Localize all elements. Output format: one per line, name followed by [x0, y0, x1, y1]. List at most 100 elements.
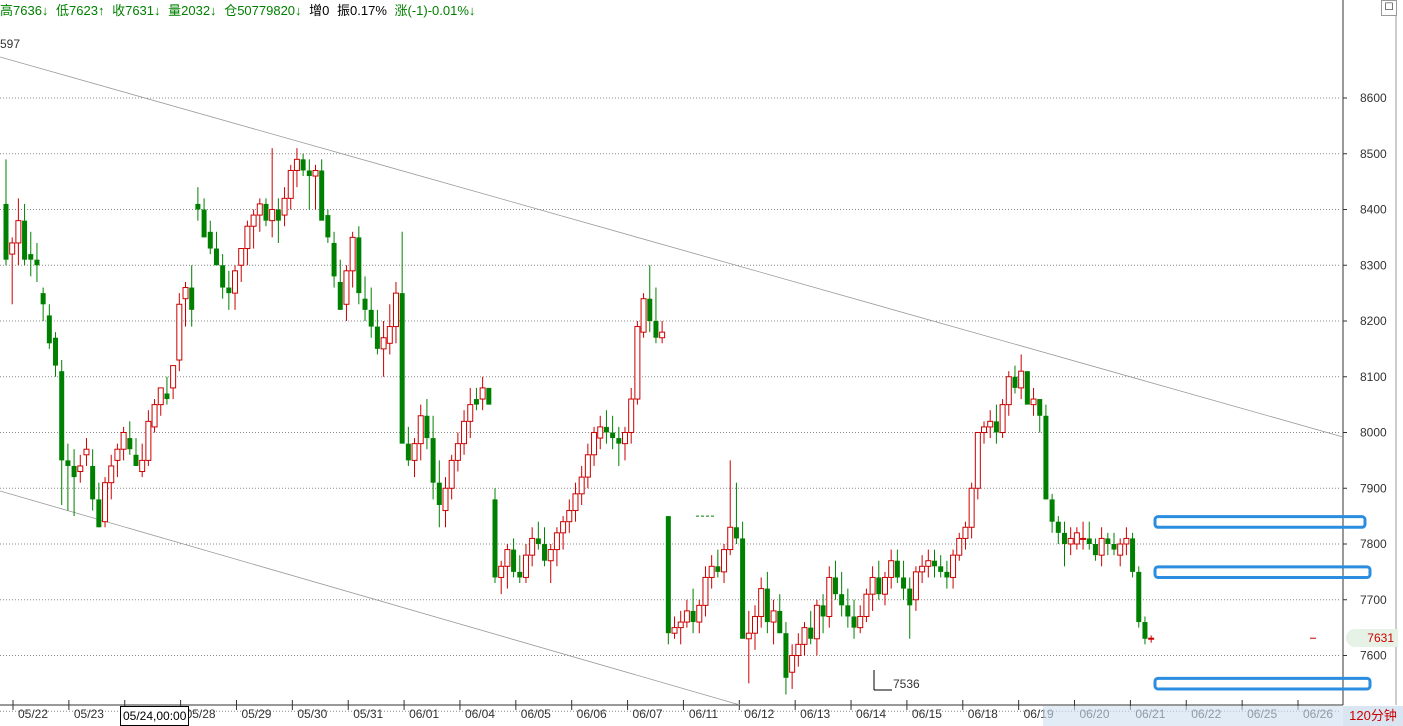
candle-body-up [120, 432, 127, 450]
candle-body-up [1117, 543, 1124, 556]
candle-body-down [34, 259, 40, 266]
candle-body-up [863, 593, 870, 617]
candle-body-down [740, 538, 746, 639]
candle-body-up [789, 655, 796, 673]
candle-body-up [461, 420, 468, 445]
x-tick-label: 06/06 [577, 707, 607, 721]
candle-body-down [368, 309, 374, 327]
candle-body-down [356, 237, 362, 294]
x-tick-label: 06/18 [968, 707, 998, 721]
candle-body-down [337, 281, 343, 310]
candle-body-down [275, 209, 281, 221]
candle-body-up [522, 554, 529, 578]
x-tick-label: 05/29 [241, 707, 271, 721]
y-tick-label: 7800 [1360, 537, 1387, 551]
candle-body-down [492, 499, 498, 578]
candle-body-up [869, 576, 876, 595]
last-price-tag: 7631 [1346, 629, 1398, 647]
candle-body-down [325, 215, 331, 238]
candle-body-down [542, 544, 548, 561]
candle-body-up [597, 426, 604, 439]
candle-body-down [1024, 371, 1030, 405]
candle-body-up [417, 415, 424, 445]
candle-body-down [430, 438, 436, 483]
candle-body-up [547, 549, 554, 562]
x-tick-label: 06/15 [912, 707, 942, 721]
candle-body-down [839, 594, 845, 606]
period-selector[interactable]: 120分钟 [1343, 706, 1403, 726]
candle-body-down [424, 415, 430, 439]
candle-body-down [65, 460, 71, 466]
candlestick-chart[interactable]: 8600 8500 8400 8300 8200 8100 8000 7900 7800 7700… [0, 0, 1403, 726]
candle-body-down [894, 560, 900, 578]
upper-trend-line [0, 56, 1344, 438]
candle-body-down [944, 571, 950, 578]
x-tick-label: 06/07 [633, 707, 663, 721]
candle-body-down [907, 588, 913, 606]
candle-body-down [300, 159, 306, 171]
candle-body-up [968, 487, 975, 528]
candle-body-up [987, 420, 994, 428]
lower-trend-line [0, 490, 741, 706]
candle-body-up [813, 604, 820, 640]
candle-body-up [256, 203, 263, 216]
candle-body-up [250, 214, 257, 227]
cursor-time-label: 05/24,00:00 [120, 706, 190, 726]
y-tick-label: 8600 [1360, 91, 1387, 105]
candle-body-up [1123, 537, 1130, 545]
candle-body-up [696, 604, 703, 623]
y-tick-label: 8200 [1360, 314, 1387, 328]
candle-body-down [610, 432, 616, 439]
candle-body-up [244, 225, 251, 250]
candle-body-up [467, 404, 474, 422]
candle-body-up [145, 420, 152, 461]
expand-icon[interactable]: ☐ [1381, 0, 1397, 16]
candle-body-up [634, 326, 641, 400]
candle-body-up [677, 621, 684, 629]
candle-body-up [380, 337, 387, 350]
candle-body-up [578, 476, 585, 495]
candle-body-down [1055, 521, 1061, 533]
candle-body-up [108, 465, 115, 484]
candle-body-up [1067, 537, 1074, 545]
candle-body-up [139, 459, 146, 473]
candle-body-down [22, 220, 28, 260]
candle-body-up [1148, 637, 1155, 640]
candle-body-down [938, 566, 944, 572]
candle-body-up [312, 169, 319, 177]
x-tick-label: 06/04 [465, 707, 495, 721]
y-tick-label: 8300 [1360, 258, 1387, 272]
candle-body-down [511, 549, 517, 572]
candle-body-down [1061, 532, 1067, 544]
candle-body-up [1005, 376, 1012, 406]
candle-body-down [164, 393, 170, 400]
candle-body-down [195, 203, 201, 210]
candle-body-down [201, 209, 207, 238]
candle-body-down [436, 482, 442, 505]
candle-body-down [213, 248, 219, 266]
candle-body-down [1043, 415, 1049, 500]
candle-body-down [764, 588, 770, 623]
candle-body-down [1086, 538, 1092, 544]
candle-body-up [919, 565, 926, 573]
x-tick-label: 05/22 [18, 707, 48, 721]
candle-body-up [442, 487, 449, 512]
candle-body-down [808, 627, 814, 639]
candle-body-down [189, 287, 195, 310]
candle-body-up [182, 287, 189, 300]
candle-body-up [386, 326, 393, 344]
candle-body-up [671, 627, 678, 634]
candle-body-down [331, 242, 337, 277]
candle-body-up [622, 432, 628, 445]
candle-body-down [1111, 544, 1117, 550]
candle-body-up [1073, 532, 1080, 545]
candle-body-up [974, 432, 981, 489]
highlight-box [1153, 676, 1372, 691]
candle-body-up [925, 560, 932, 567]
candle-body-down [90, 465, 96, 500]
candle-body-up [504, 549, 511, 567]
candle-body-down [3, 203, 9, 260]
candle-body-down [517, 571, 523, 578]
candle-body-up [1080, 537, 1087, 540]
candle-body-up [15, 220, 22, 244]
